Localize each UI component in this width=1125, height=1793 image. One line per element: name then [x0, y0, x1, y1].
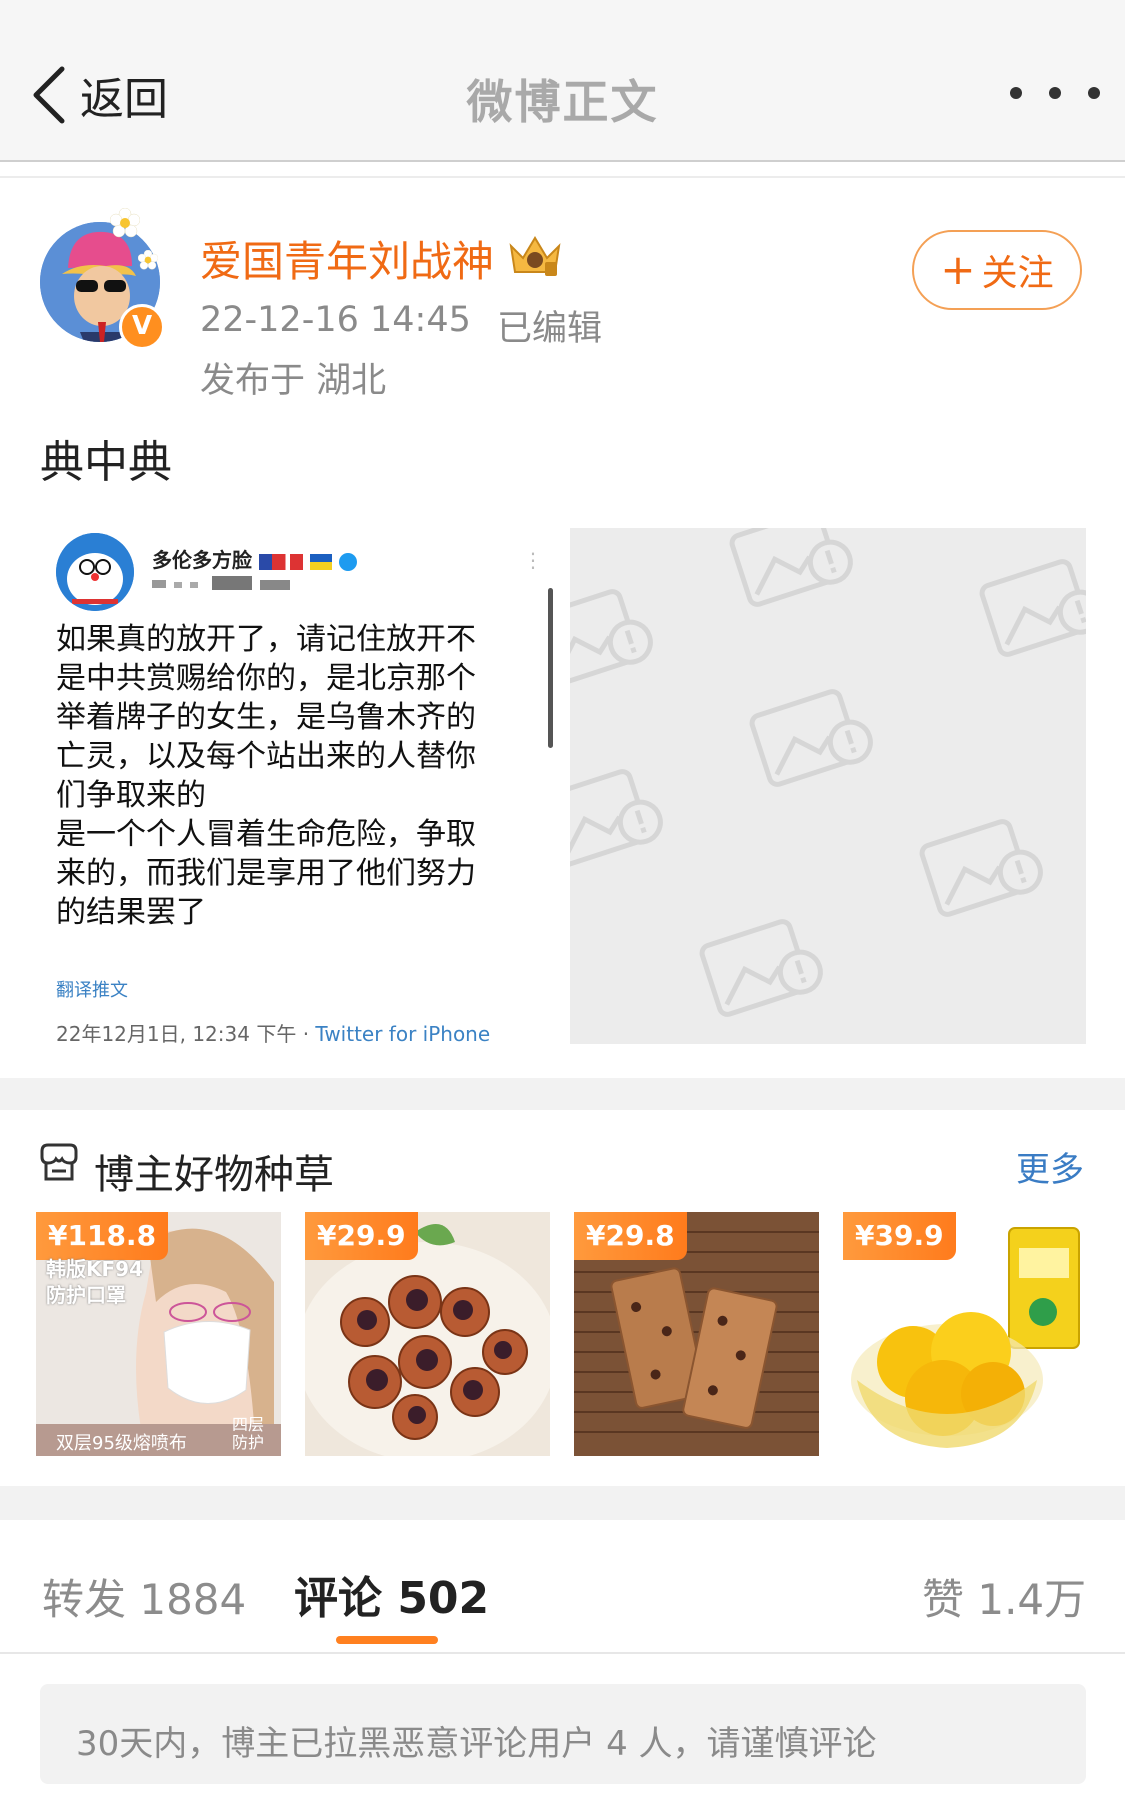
dot-icon [1088, 87, 1100, 99]
shop-more-link[interactable]: 更多 [1016, 1142, 1084, 1191]
product-price: ¥118.8 [36, 1212, 169, 1260]
shop-section-title: 博主好物种草 [94, 1152, 334, 1198]
divider [0, 1652, 1125, 1654]
post-location: 发布于 湖北 [200, 361, 387, 401]
post-image-placeholder[interactable] [570, 528, 1086, 1044]
product-card[interactable]: ¥29.8 [574, 1212, 819, 1456]
tab-comment[interactable]: 评论 502 [294, 1562, 489, 1626]
product-corner-label: 四层 防护 [232, 1415, 265, 1452]
tweet-handle-blurred [152, 576, 290, 590]
product-price: ¥29.9 [305, 1212, 418, 1260]
follow-label: 关注 [981, 253, 1054, 294]
post-image-tweet-screenshot[interactable]: 多伦多方脸 ⋮ 如果真的放开了，请记住放开不是中共赏赐给你的，是北京那个举着牌子… [40, 528, 557, 1044]
tweet-translate-link: 翻译推文 [56, 980, 128, 1001]
tweet-avatar [56, 533, 134, 611]
plus-icon: + [940, 245, 976, 294]
shop-icon [40, 1143, 78, 1181]
scrollbar [548, 588, 553, 748]
post-text: 典中典 [40, 437, 172, 488]
more-options-button[interactable] [1010, 78, 1100, 108]
verified-v-icon: V [119, 304, 165, 350]
dot-icon [1049, 87, 1061, 99]
dot-icon [1010, 87, 1022, 99]
product-card[interactable]: ¥29.9 [305, 1212, 550, 1456]
page-title: 微博正文 [466, 75, 659, 129]
divider [0, 176, 1125, 178]
tweet-menu-icon: ⋮ [523, 548, 543, 572]
section-divider [0, 1078, 1125, 1110]
product-price: ¥39.9 [843, 1212, 956, 1260]
comment-notice-text: 30天内，博主已拉黑恶意评论用户 4 人，请谨慎评论 [76, 1724, 877, 1764]
tweet-body-text: 如果真的放开了，请记住放开不是中共赏赐给你的，是北京那个举着牌子的女生，是乌鲁木… [56, 622, 476, 930]
active-tab-indicator [336, 1636, 438, 1644]
tweet-meta: 22年12月1日, 12:34 下午 · Twitter for iPhone [56, 1022, 491, 1044]
tab-repost[interactable]: 转发 1884 [42, 1566, 246, 1627]
tweet-author-name: 多伦多方脸 [152, 544, 357, 573]
product-label: 韩版KF94 防护口罩 [46, 1257, 143, 1307]
product-price: ¥29.8 [574, 1212, 687, 1260]
flower-decoration-icon [138, 250, 158, 270]
product-caption: 双层95级熔喷布 [56, 1433, 187, 1454]
product-card[interactable]: ¥39.9 [843, 1212, 1088, 1456]
image-placeholder-icon [570, 528, 1086, 1044]
flower-decoration-icon [110, 208, 140, 238]
product-card[interactable]: ¥118.8 韩版KF94 防护口罩 双层95级熔喷布 四层 防护 [36, 1212, 281, 1456]
section-divider [0, 1486, 1125, 1520]
post-time: 22-12-16 14:45 [200, 300, 471, 340]
author-name[interactable]: 爱国青年刘战神 [200, 228, 494, 289]
tab-like[interactable]: 赞 1.4万 [922, 1566, 1086, 1627]
edited-label[interactable]: 已编辑 [497, 300, 602, 351]
follow-button[interactable]: + 关注 [912, 230, 1082, 310]
vip-crown-icon[interactable] [507, 232, 563, 278]
